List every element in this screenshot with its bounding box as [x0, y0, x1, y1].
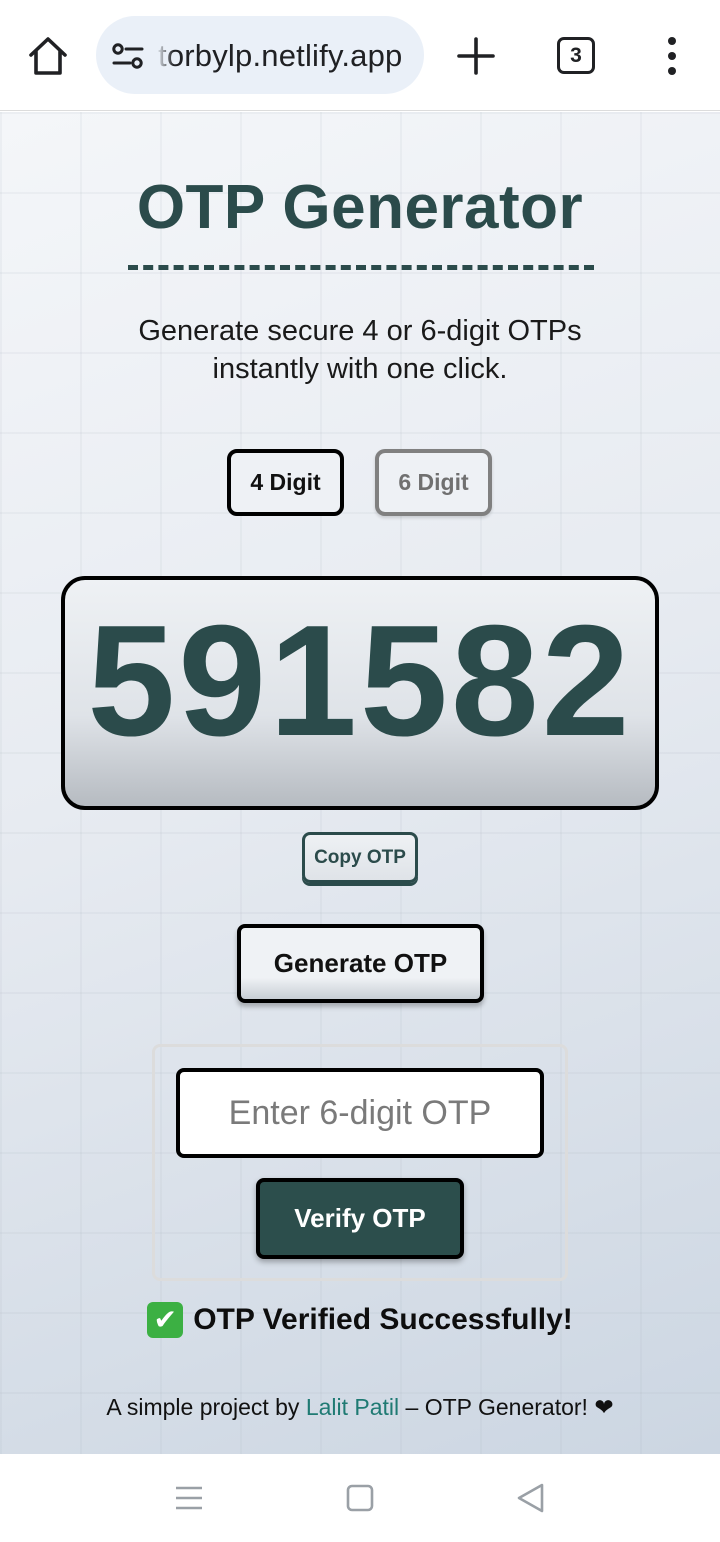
- url-text: torbylp.netlify.app: [158, 38, 403, 73]
- status-text: OTP Verified Successfully!: [193, 1303, 573, 1336]
- page-title: OTP Generator: [136, 173, 584, 242]
- footer-suffix: – OTP Generator! ❤: [405, 1394, 614, 1420]
- footer: A simple project by Lalit Patil – OTP Ge…: [0, 1394, 720, 1421]
- check-mark-icon: ✔: [147, 1302, 184, 1338]
- otp-value: 591582: [87, 593, 633, 769]
- plus-icon: [457, 37, 495, 75]
- four-digit-button[interactable]: 4 Digit: [227, 449, 344, 516]
- page-subtitle: Generate secure 4 or 6-digit OTPs instan…: [138, 315, 582, 385]
- copy-otp-button[interactable]: Copy OTP: [302, 832, 418, 883]
- status-message: ✔ OTP Verified Successfully!: [0, 1302, 720, 1338]
- tab-switcher-button[interactable]: 3: [557, 37, 595, 74]
- system-nav-bar: [0, 1455, 720, 1542]
- home-icon[interactable]: [26, 34, 70, 78]
- more-vert-icon[interactable]: [660, 36, 684, 76]
- menu-lines-icon[interactable]: [174, 1483, 204, 1518]
- title-divider: [128, 265, 594, 270]
- square-home-icon[interactable]: [346, 1483, 374, 1518]
- new-tab-button[interactable]: [456, 36, 496, 76]
- address-bar[interactable]: torbylp.netlify.app: [96, 16, 424, 94]
- footer-prefix: A simple project by: [106, 1394, 300, 1420]
- triangle-back-icon[interactable]: [516, 1483, 546, 1518]
- otp-display: 591582: [61, 576, 659, 810]
- six-digit-button[interactable]: 6 Digit: [375, 449, 492, 516]
- generate-otp-button[interactable]: Generate OTP: [237, 924, 484, 1003]
- browser-toolbar: torbylp.netlify.app 3: [0, 0, 720, 111]
- site-settings-icon[interactable]: [112, 41, 144, 71]
- author-link[interactable]: Lalit Patil: [306, 1394, 399, 1420]
- verify-otp-button[interactable]: Verify OTP: [256, 1178, 464, 1259]
- page-content: OTP Generator Generate secure 4 or 6-dig…: [0, 112, 720, 1454]
- otp-input[interactable]: [176, 1068, 544, 1158]
